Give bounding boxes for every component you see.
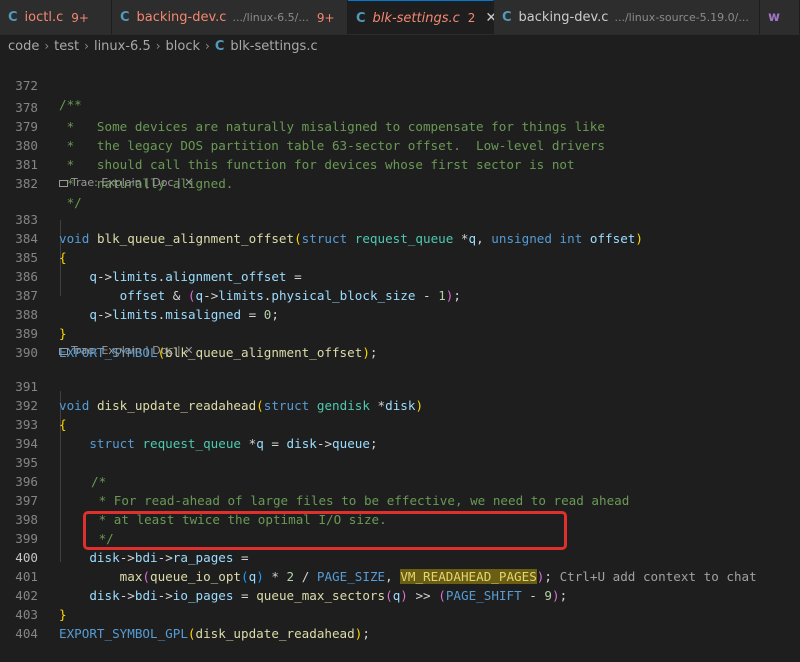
problem-count-badge: 2 <box>467 11 476 25</box>
code-line: 372 /** <box>0 57 800 112</box>
breadcrumb-file[interactable]: blk-settings.c <box>230 39 317 54</box>
tab-label: backing-dev.c <box>518 10 609 25</box>
breadcrumb: code › test › linux-6.5 › block › C blk-… <box>0 35 800 57</box>
code-line: 392 { <box>0 377 800 432</box>
code-line: 387 q->limits.misaligned = 0; <box>0 267 800 322</box>
problem-count-badge: 9+ <box>316 10 335 25</box>
tab-label: ioctl.c <box>24 10 64 25</box>
codelens[interactable]: Trae: Explain | Doc | ✕ <box>59 343 193 359</box>
code-line: 383 void blk_queue_alignment_offset(stru… <box>0 191 800 246</box>
codelens[interactable]: Trae: Explain | Doc | ✕ <box>59 175 193 191</box>
code-line: 403 EXPORT_SYMBOL_GPL(disk_update_readah… <box>0 586 800 641</box>
code-line: 399 disk->bdi->ra_pages = <box>0 510 800 565</box>
tab-label: backing-dev.c <box>136 10 227 25</box>
tab-blk-settings[interactable]: C blk-settings.c 2 ✕ <box>348 0 497 34</box>
tab-overflow[interactable]: w <box>760 0 800 34</box>
c-file-icon: C <box>120 10 130 25</box>
chat-icon <box>59 179 68 187</box>
code-line: 388 } <box>0 286 800 341</box>
tab-backing-dev-6-5[interactable]: C backing-dev.c .../linux-6.5/... 9+ <box>112 0 348 34</box>
editor-tab-bar: C ioctl.c 9+ C backing-dev.c .../linux-6… <box>0 0 800 35</box>
code-line: 394 <box>0 415 800 451</box>
tab-backing-dev-5-19[interactable]: C backing-dev.c .../linux-source-5.19.0/… <box>494 0 760 34</box>
chevron-right-icon: › <box>84 39 89 53</box>
code-line: 398 */ <box>0 491 800 546</box>
code-line: 379 * the legacy DOS partition table 63-… <box>0 98 800 153</box>
c-file-icon: C <box>8 10 18 25</box>
code-line: 389 EXPORT_SYMBOL(blk_queue_alignment_of… <box>0 305 800 360</box>
code-line: 378 * Some devices are naturally misalig… <box>0 79 800 134</box>
chevron-right-icon: › <box>155 39 161 53</box>
breadcrumb-item[interactable]: linux-6.5 <box>94 39 151 54</box>
tab-label: blk-settings.c <box>372 10 460 26</box>
code-line: 384 { <box>0 210 800 265</box>
code-line: 393 struct request_queue *q = disk->queu… <box>0 396 800 451</box>
code-line: 385 q->limits.alignment_offset = <box>0 229 800 284</box>
code-line: 381 * naturally aligned. <box>0 136 800 191</box>
code-line: 386 offset & (q->limits.physical_block_s… <box>0 248 800 303</box>
breadcrumb-item[interactable]: code <box>8 39 39 54</box>
code-editor[interactable]: 372 /** 378 * Some devices are naturally… <box>0 57 800 641</box>
code-line: 390 <box>0 324 800 360</box>
code-line-current: 400 max(queue_io_opt(q) * 2 / PAGE_SIZE,… <box>0 529 800 584</box>
file-icon: w <box>768 10 781 25</box>
chevron-right-icon: › <box>44 39 50 53</box>
code-line: 397 * at least twice the optimal I/O siz… <box>0 472 800 527</box>
codelens-text: Trae: Explain | Doc | ✕ <box>71 176 194 189</box>
code-line: 401 disk->bdi->io_pages = queue_max_sect… <box>0 548 800 603</box>
code-line: 395 /* <box>0 434 800 489</box>
code-line: 396 * For read-ahead of large files to b… <box>0 453 800 508</box>
code-line: 391 void disk_update_readahead(struct ge… <box>0 358 800 413</box>
code-line: 404 <box>0 605 800 641</box>
tab-path: .../linux-6.5/... <box>232 11 309 24</box>
codelens-text: Trae: Explain | Doc | ✕ <box>71 344 194 357</box>
line-text: EXPORT_SYMBOL_GPL(disk_update_readahead)… <box>59 626 370 641</box>
breadcrumb-item[interactable]: block <box>166 39 201 54</box>
problem-count-badge: 9+ <box>71 10 89 25</box>
chat-icon <box>59 347 68 355</box>
line-number: 404 <box>15 626 38 641</box>
c-file-icon: C <box>214 38 225 54</box>
chevron-right-icon: › <box>205 39 210 53</box>
code-line: 402 } <box>0 567 800 622</box>
tab-path: .../linux-source-5.19.0/... <box>614 11 749 24</box>
code-line: 382 */ <box>0 155 800 210</box>
tab-ioctl[interactable]: C ioctl.c 9+ <box>0 0 112 34</box>
c-file-icon: C <box>502 10 512 25</box>
code-line: 380 * should call this function for devi… <box>0 117 800 172</box>
breadcrumb-item[interactable]: test <box>54 39 79 54</box>
c-file-icon: C <box>356 10 366 26</box>
